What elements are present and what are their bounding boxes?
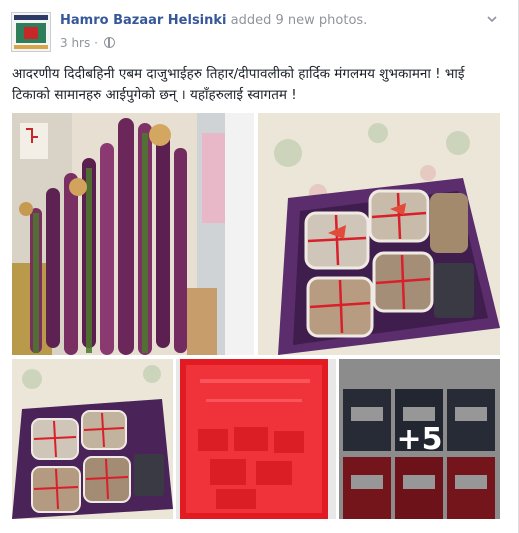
photo-garlands[interactable] <box>12 113 254 355</box>
globe-icon[interactable] <box>103 37 115 48</box>
chevron-down-icon[interactable] <box>487 14 497 24</box>
post-timestamp[interactable]: 3 hrs <box>60 36 90 50</box>
post-action-text: added 9 new photos. <box>230 13 368 28</box>
meta-separator: · <box>94 36 98 50</box>
page-avatar[interactable] <box>11 12 51 52</box>
photo-playing-cards[interactable]: +5 <box>339 359 500 519</box>
photo-gift-box[interactable] <box>258 113 500 355</box>
post-body-text: आदरणीय दिदीबहिनी एबम दाजुभाईहरु तिहार/दी… <box>12 66 465 103</box>
more-photos-overlay[interactable]: +5 <box>339 359 500 519</box>
facebook-post-card: Hamro Bazaar Helsinki added 9 new photos… <box>0 0 519 533</box>
post-meta: 3 hrs · <box>60 36 115 50</box>
post-header: Hamro Bazaar Helsinki added 9 new photos… <box>60 13 367 28</box>
page-name-link[interactable]: Hamro Bazaar Helsinki <box>60 13 227 28</box>
photo-red-container[interactable] <box>176 359 336 519</box>
photo-containers[interactable] <box>12 359 173 519</box>
